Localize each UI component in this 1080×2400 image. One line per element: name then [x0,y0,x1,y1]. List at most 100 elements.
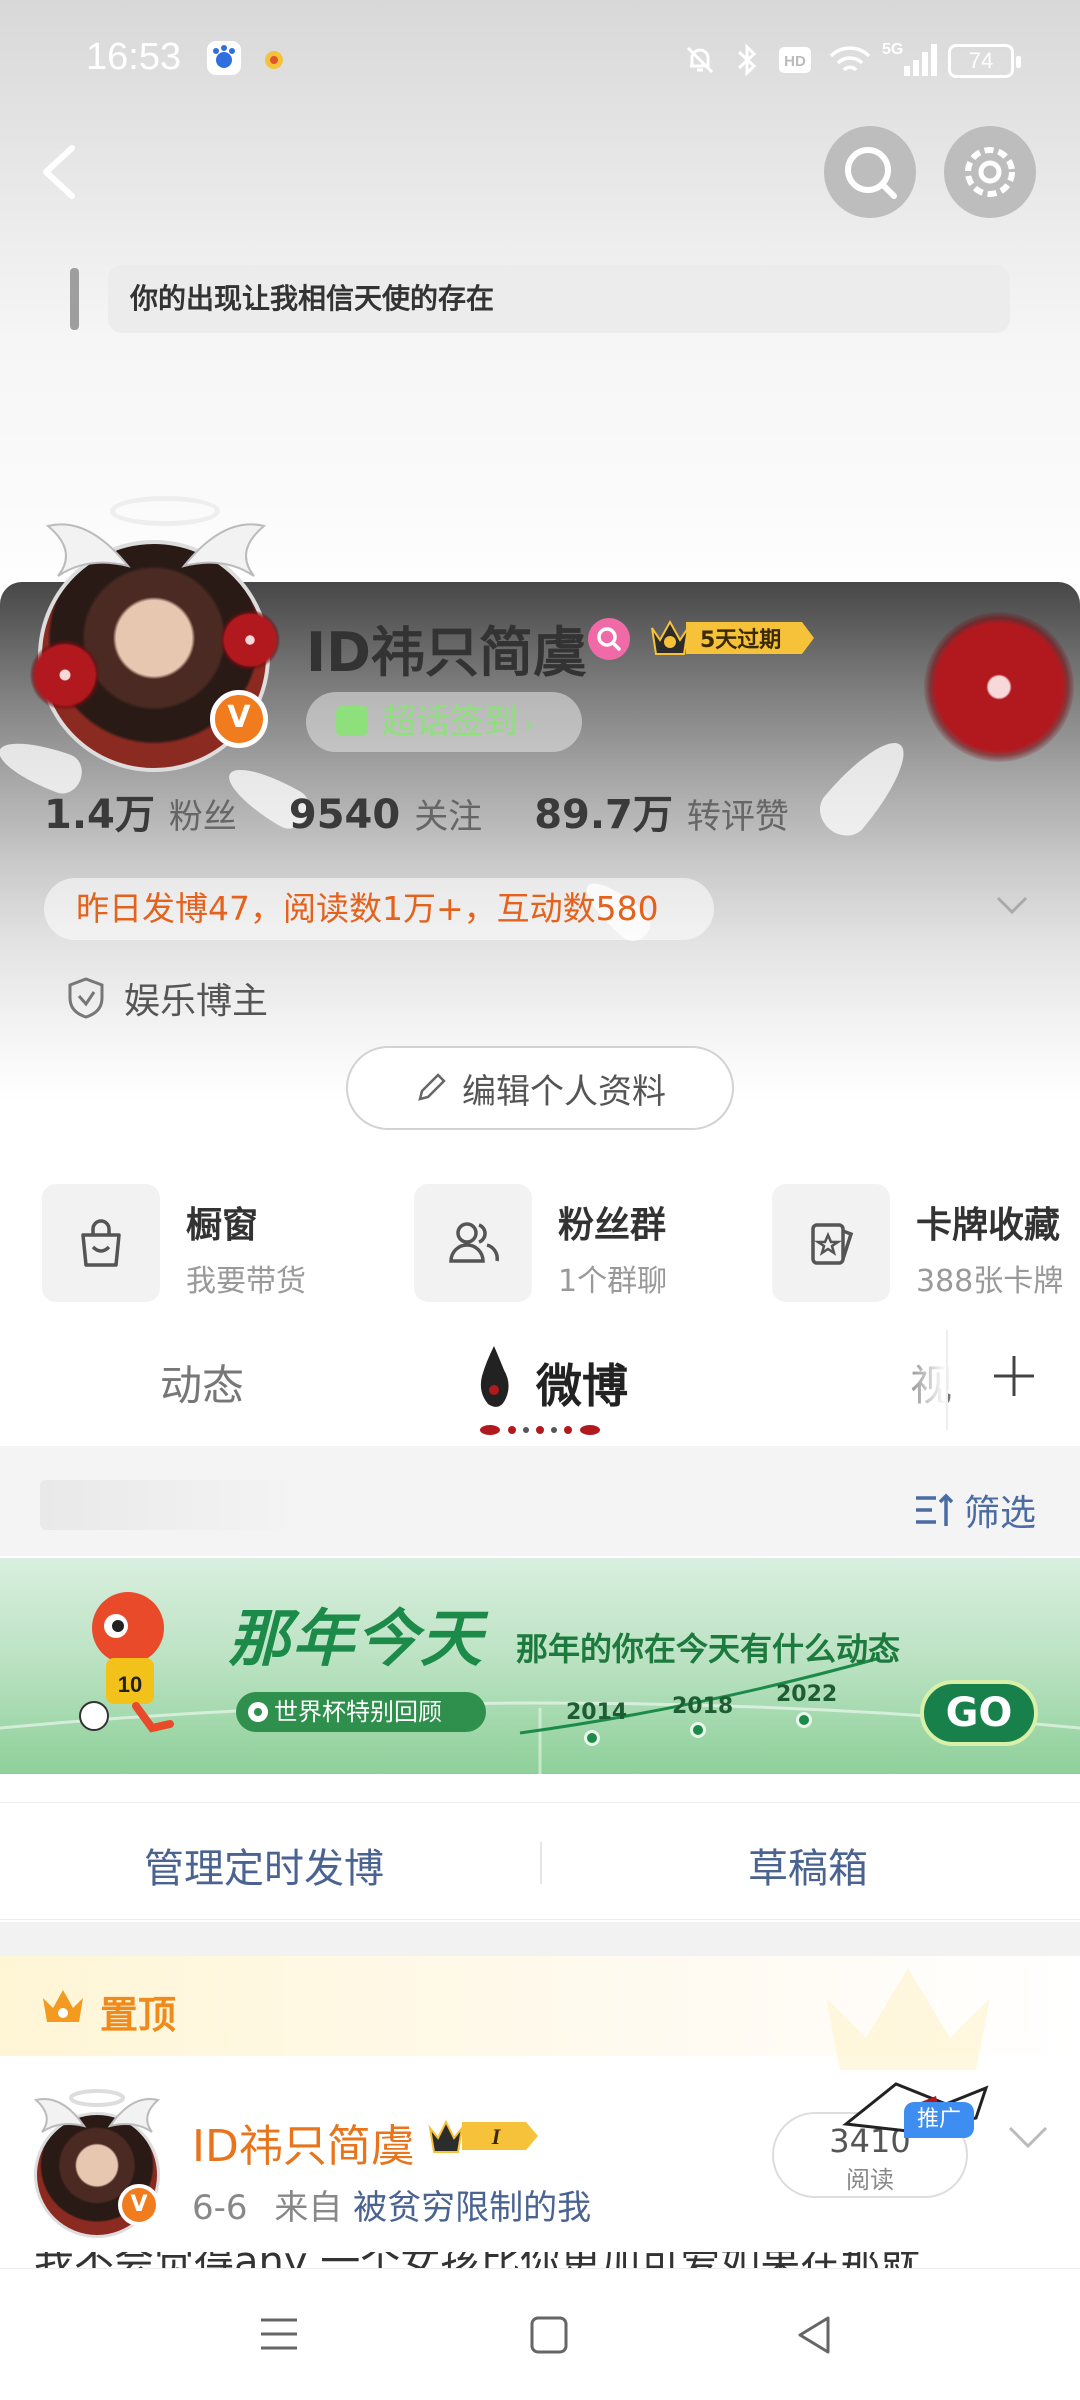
notification-app-icon [262,48,286,72]
chevron-down-icon[interactable] [994,894,1030,918]
banner-year-dot [796,1712,812,1728]
back-button[interactable] [36,140,84,204]
profile-stats: 1.4万 粉丝 9540 关注 89.7万 转评赞 [44,782,841,840]
card-collection-sub: 388张卡牌 [916,1264,1064,1299]
checkin-label: 超话签到 [382,702,518,742]
interactions-label[interactable]: 转评赞 [687,789,789,838]
search-button[interactable] [824,126,916,218]
tab-fade-overlay [900,1326,946,1436]
banner-year-1: 2014 [566,1700,628,1725]
blogger-tag[interactable]: 娱乐博主 [66,972,268,1024]
pinned-label: 置顶 [100,1993,177,2037]
add-tab-button[interactable] [990,1352,1038,1400]
back-triangle-icon[interactable] [794,2314,834,2356]
tab-divider [946,1330,948,1430]
people-icon [449,1222,499,1263]
card-collection-entry[interactable] [772,1184,890,1302]
post-source[interactable]: 被贫穷限制的我 [353,2188,591,2228]
5g-signal-icon: 5G [882,38,938,78]
calendar-check-icon [336,706,368,736]
tab-weibo[interactable]: 微博 [536,1350,628,1416]
verified-badge: V [210,690,268,748]
banner-year-dot [690,1722,706,1738]
chevron-right-icon: › [524,710,535,740]
fan-group-sub: 1个群聊 [558,1264,668,1299]
gear-icon [965,147,1015,197]
status-time: 16:53 [86,36,182,78]
post-date: 6-6 [192,2188,248,2228]
promote-tag[interactable]: 推广 [904,2102,974,2138]
read-label: 阅读 [846,2166,894,2194]
mascot-number: 10 [118,1672,142,1697]
soccer-ball-icon [248,1702,268,1722]
battery-icon: 74 [948,44,1021,78]
banner-year-dot [584,1730,600,1746]
home-square-icon[interactable] [528,2314,570,2356]
search-icon [845,147,897,199]
post-vip-badge: I [428,2119,538,2153]
profile-name: ID祎只简虞 [306,621,587,684]
svg-text:5G: 5G [882,41,903,58]
decorative-flower [30,640,100,710]
filter-button[interactable]: 筛选 [914,1484,1036,1536]
hd-icon: HD [778,46,812,74]
signature-quote-bar [70,268,79,330]
superhua-search-badge[interactable] [588,618,630,660]
post-author-name[interactable]: ID祎只简虞 [192,2110,415,2174]
banner-subtitle: 那年的你在今天有什么动态 [516,1630,901,1668]
edit-profile-label: 编辑个人资料 [462,1071,666,1112]
post-from-prefix: 来自 [274,2188,343,2228]
following-label[interactable]: 关注 [414,789,482,838]
filter-label: 筛选 [964,1493,1037,1534]
blurred-sort-tabs [40,1480,300,1530]
blogger-tag-label: 娱乐博主 [124,981,269,1022]
shopping-bag-icon [81,1219,121,1267]
halo-decoration [110,496,220,526]
followers-count[interactable]: 1.4万 [44,782,155,840]
action-divider [540,1842,542,1884]
post-menu-chevron-icon[interactable] [1006,2124,1050,2152]
tab-weibo-hand-icon [480,1346,509,1407]
weibo-mascot-icon: 10 [79,1592,174,1733]
shield-icon [68,977,104,1019]
edit-profile-button[interactable]: 编辑个人资料 [346,1046,734,1130]
banner-pill-label: 世界杯特别回顾 [274,1698,442,1726]
magnifier-icon [597,627,621,651]
mute-icon [682,42,718,78]
banner-worldcup-pill: 世界杯特别回顾 [236,1692,486,1732]
pencil-icon [418,1073,446,1101]
fan-group-title[interactable]: 粉丝群 [558,1196,666,1248]
post-vip-level: I [491,2124,502,2149]
tab-active-indicator [480,1425,600,1435]
profile-signature: 你的出现让我相信天使的存在 [108,265,1010,333]
followers-label[interactable]: 粉丝 [169,789,237,838]
fan-group-entry[interactable] [414,1184,532,1302]
vip-expiry-text: 5天过期 [700,628,782,653]
shop-window-entry[interactable] [42,1184,160,1302]
menu-icon[interactable] [258,2314,300,2354]
post-avatar-wings [33,2089,161,2133]
post-verified-badge: V [118,2184,160,2226]
daily-summary[interactable]: 昨日发博47，阅读数1万+，互动数580 [44,878,714,940]
interactions-count[interactable]: 89.7万 [534,782,673,840]
shop-window-title[interactable]: 橱窗 [186,1196,258,1248]
banner-go-button[interactable]: GO [920,1680,1038,1746]
card-collection-title[interactable]: 卡牌收藏 [916,1196,1060,1248]
drafts-button[interactable]: 草稿箱 [748,1836,868,1894]
svg-text:HD: HD [784,53,806,70]
following-count[interactable]: 9540 [289,792,400,838]
tab-dynamic[interactable]: 动态 [160,1352,244,1413]
shop-window-sub: 我要带货 [186,1264,306,1299]
plus-icon [994,1356,1034,1396]
decorative-flower [924,612,1074,762]
crown-icon [43,1990,83,2022]
filter-sort-icon [916,1493,954,1526]
banner-title: 那年今天 [228,1602,485,1675]
banner-year-3: 2022 [776,1682,838,1707]
post-meta: 6-6 来自 被贫穷限制的我 [192,2180,591,2229]
baidu-app-icon [206,40,242,76]
scheduled-posts-button[interactable]: 管理定时发博 [144,1836,384,1894]
settings-button[interactable] [944,126,1036,218]
back-arrow-icon [43,145,75,199]
wifi-icon [828,44,872,78]
